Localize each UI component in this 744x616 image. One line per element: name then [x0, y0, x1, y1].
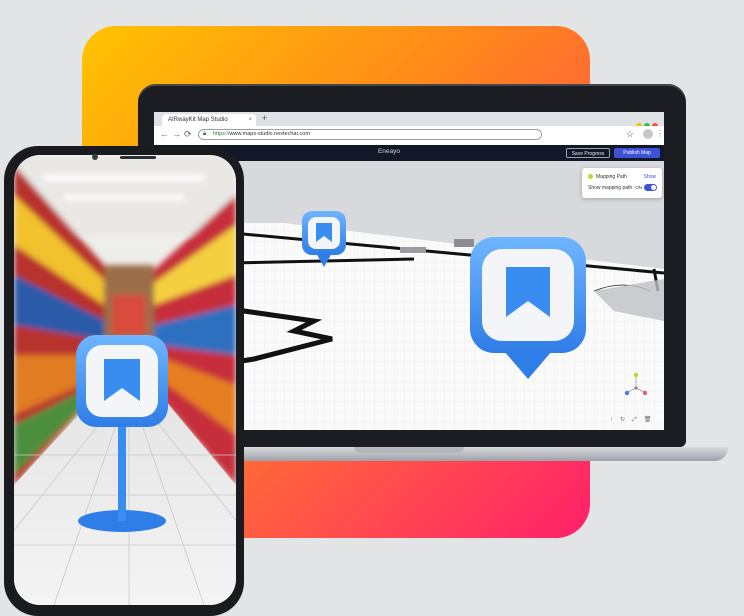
show-link[interactable]: Show: [643, 174, 656, 180]
url-domain: www.maps-studio.nextechar.com: [229, 131, 310, 137]
browser-tab[interactable]: AIRwayKit Map Studio ×: [162, 114, 256, 126]
profile-avatar[interactable]: [643, 129, 653, 139]
tab-title: AIRwayKit Map Studio: [168, 117, 228, 123]
mapping-path-panel: Mapping Path Show Show mapping path ON: [582, 168, 662, 198]
mapping-path-toggle[interactable]: [644, 184, 657, 191]
show-mapping-path-label: Show mapping path: [588, 185, 633, 191]
delete-icon[interactable]: 🗑︎: [644, 417, 652, 423]
fit-view-icon[interactable]: ⤢: [632, 417, 637, 423]
path-color-dot: [588, 174, 593, 180]
back-arrow-icon[interactable]: ←: [160, 129, 169, 139]
url-protocol: https://: [213, 131, 230, 137]
menu-icon[interactable]: ⋮: [656, 129, 664, 138]
tab-bar: AIRwayKit Map Studio × +: [154, 112, 664, 129]
mapping-path-label: Mapping Path: [596, 174, 627, 180]
mapping-path-row: Mapping Path: [588, 174, 627, 180]
phone-ar-view: [14, 155, 236, 605]
save-progress-button[interactable]: Save Progress: [566, 148, 610, 158]
laptop-notch: [354, 447, 464, 453]
toggle-state-label: ON: [635, 185, 642, 190]
phone-speaker: [120, 156, 156, 159]
canvas-toolbar: ↑ ↻ ⤢ 🗑︎: [610, 416, 658, 424]
publish-map-button[interactable]: Publish Map: [614, 148, 660, 158]
lock-icon: 🔒︎: [203, 131, 207, 137]
reload-icon[interactable]: ⟳: [184, 129, 192, 140]
rotate-tool-icon[interactable]: ↻: [620, 417, 625, 423]
new-tab-button[interactable]: +: [262, 113, 267, 123]
move-tool-icon[interactable]: ↑: [610, 417, 613, 423]
forward-arrow-icon[interactable]: →: [172, 129, 181, 139]
star-icon[interactable]: ☆: [626, 129, 634, 140]
address-bar: ← → ⟳ 🔒︎ https://www.maps-studio.nextech…: [154, 126, 664, 146]
front-camera: [92, 154, 98, 160]
url-field[interactable]: 🔒︎ https://www.maps-studio.nextechar.com: [198, 129, 542, 140]
tab-close-icon[interactable]: ×: [248, 114, 252, 126]
